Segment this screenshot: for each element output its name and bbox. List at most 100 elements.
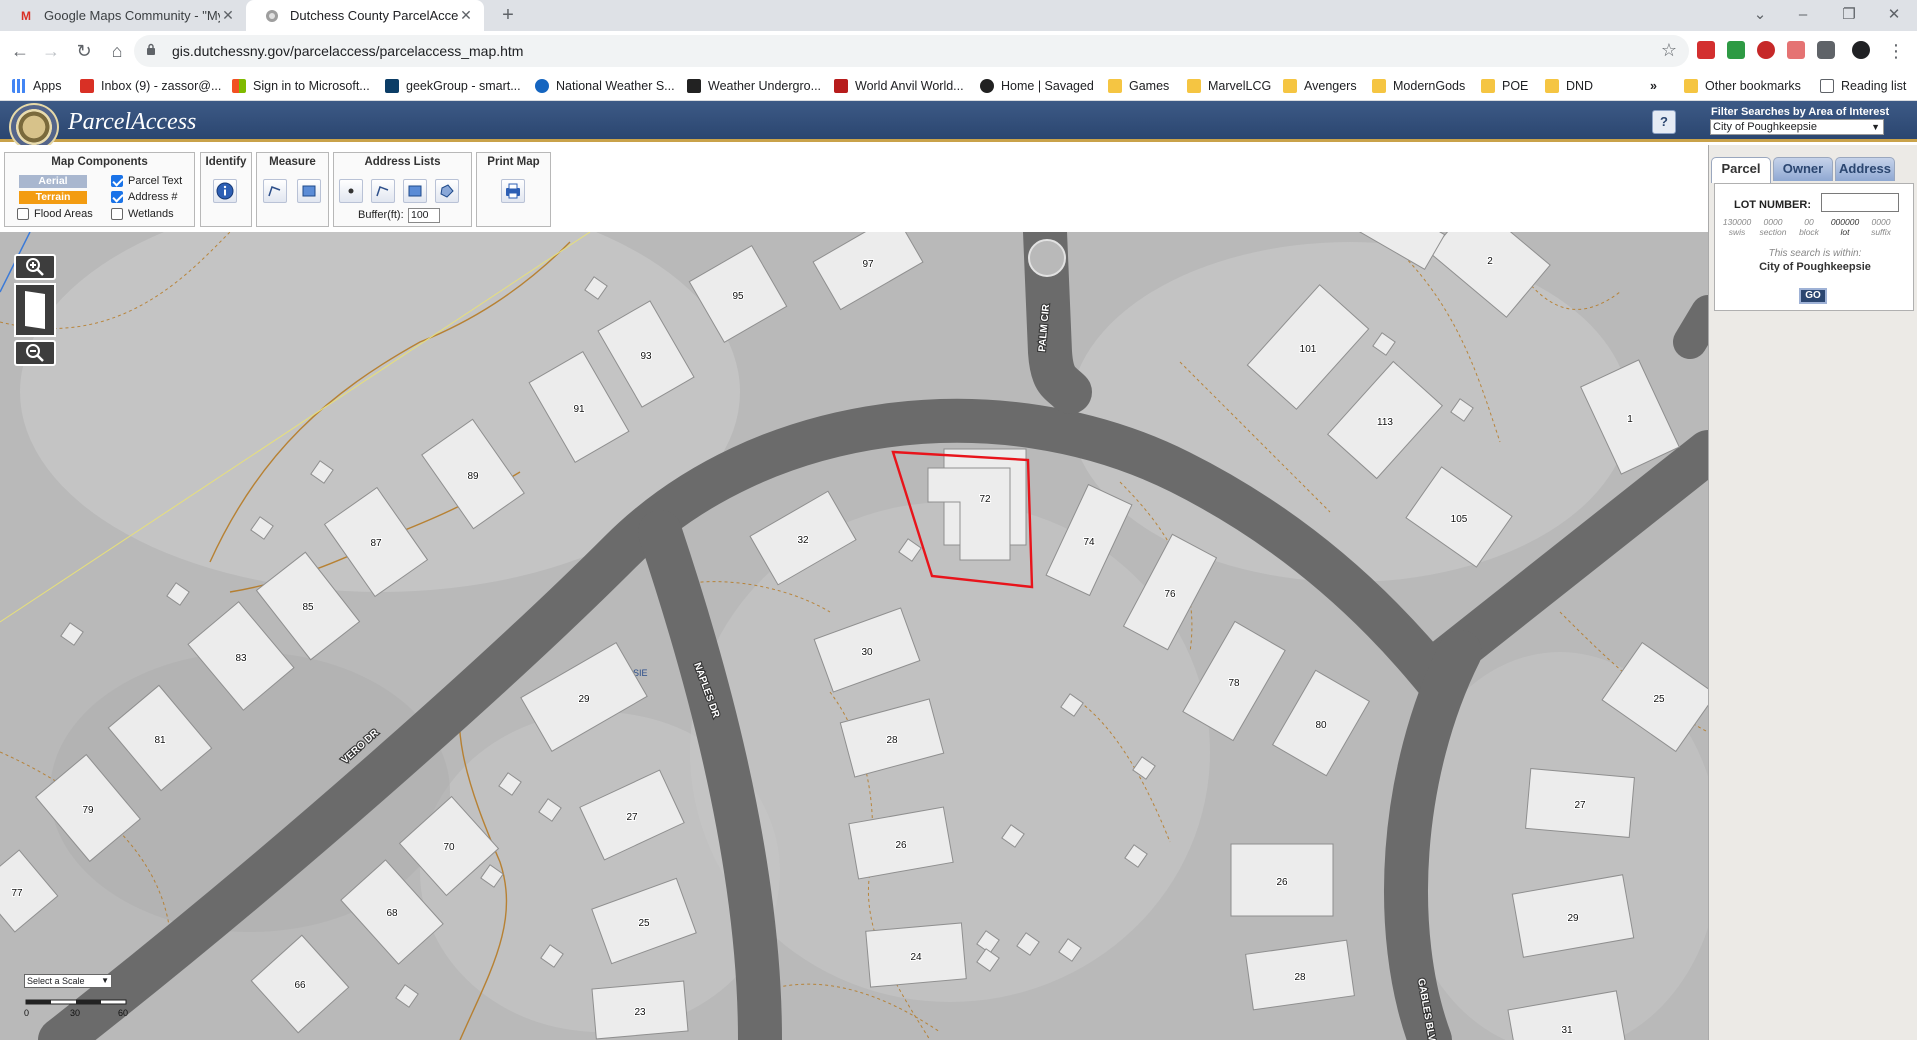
- bookmark-folder-avengers[interactable]: Avengers: [1283, 77, 1357, 95]
- address-label: 77: [11, 888, 23, 899]
- bookmark-microsoft[interactable]: Sign in to Microsoft...: [232, 77, 370, 95]
- address-label: 1: [1627, 414, 1633, 425]
- buffer-input[interactable]: 100: [408, 208, 440, 223]
- bookmarks-overflow-button[interactable]: »: [1650, 77, 1657, 95]
- measure-distance-button[interactable]: [263, 179, 287, 203]
- address-label: 28: [1294, 972, 1306, 983]
- back-button[interactable]: ←: [7, 38, 33, 64]
- checkbox[interactable]: [111, 191, 123, 203]
- address-label: 30: [861, 647, 873, 658]
- parcel-text-toggle[interactable]: Parcel Text: [111, 175, 182, 187]
- checkbox-label: Parcel Text: [128, 175, 183, 187]
- identify-button[interactable]: [213, 179, 237, 203]
- select-line-button[interactable]: [371, 179, 395, 203]
- extension-shield-icon[interactable]: [1757, 41, 1775, 59]
- wetlands-toggle[interactable]: Wetlands: [111, 208, 174, 220]
- forward-button[interactable]: →: [38, 38, 64, 64]
- aerial-layer-button[interactable]: Aerial: [19, 175, 87, 188]
- app-header: ParcelAccess ? Filter Searches by Area o…: [0, 101, 1917, 151]
- address-number-toggle[interactable]: Address #: [111, 191, 178, 203]
- restore-button[interactable]: ❐: [1826, 0, 1872, 31]
- checkbox[interactable]: [17, 208, 29, 220]
- format-swis: 130000 swis: [1717, 217, 1757, 237]
- tab-google-maps-community[interactable]: M Google Maps Community - "My M ✕: [0, 0, 246, 31]
- puzzle-icon[interactable]: [1817, 41, 1835, 59]
- zoom-in-button[interactable]: [14, 254, 56, 280]
- zoom-out-button[interactable]: [14, 340, 56, 366]
- bookmark-folder-poe[interactable]: POE: [1481, 77, 1528, 95]
- tab-parcelaccess[interactable]: Dutchess County ParcelAccess ✕: [246, 0, 484, 31]
- profile-avatar[interactable]: [1852, 41, 1870, 59]
- area-filter-select[interactable]: City of Poughkeepsie: [1710, 119, 1884, 135]
- print-map-group: Print Map: [476, 152, 551, 227]
- measure-area-button[interactable]: [297, 179, 321, 203]
- reading-list[interactable]: Reading list: [1820, 77, 1906, 95]
- tab-parcel[interactable]: Parcel: [1711, 157, 1771, 183]
- bookmark-folder-games[interactable]: Games: [1108, 77, 1169, 95]
- bookmark-label: National Weather S...: [556, 79, 675, 93]
- tab-search-icon[interactable]: ⌄: [1737, 0, 1783, 31]
- format-name: suffix: [1871, 227, 1891, 237]
- folder-icon: [1372, 79, 1386, 93]
- world-anvil-icon: [834, 79, 848, 93]
- extension-cast-icon[interactable]: [1787, 41, 1805, 59]
- zoom-slider-thumb[interactable]: [22, 288, 48, 332]
- other-bookmarks[interactable]: Other bookmarks: [1684, 77, 1801, 95]
- map-canvas[interactable]: 200 PALM CIR VERO DR NAPLES DR GABLES BL…: [0, 232, 1708, 1040]
- bookmark-folder-marvellcg[interactable]: MarvelLCG: [1187, 77, 1271, 95]
- bookmark-folder-moderngods[interactable]: ModernGods: [1372, 77, 1465, 95]
- bookmark-folder-dnd[interactable]: DND: [1545, 77, 1593, 95]
- tab-title: Dutchess County ParcelAccess: [290, 8, 458, 23]
- lot-number-input[interactable]: [1821, 193, 1899, 212]
- checkbox[interactable]: [111, 208, 123, 220]
- print-map-button[interactable]: [501, 179, 525, 203]
- wunderground-icon: [687, 79, 701, 93]
- select-polygon-button[interactable]: [435, 179, 459, 203]
- address-label: 2: [1487, 256, 1493, 267]
- line-measure-icon: [268, 186, 281, 197]
- menu-dots-icon[interactable]: ⋮: [1883, 38, 1909, 64]
- go-button[interactable]: GO: [1799, 288, 1827, 304]
- tab-address[interactable]: Address: [1835, 157, 1895, 181]
- extension-check-icon[interactable]: [1727, 41, 1745, 59]
- home-button[interactable]: ⌂: [104, 38, 130, 64]
- bookmark-geekgroup[interactable]: geekGroup - smart...: [385, 77, 521, 95]
- bookmark-inbox[interactable]: Inbox (9) - zassor@...: [80, 77, 221, 95]
- bookmark-world-anvil[interactable]: World Anvil World...: [834, 77, 964, 95]
- checkbox[interactable]: [111, 175, 123, 187]
- close-window-button[interactable]: ✕: [1871, 0, 1917, 31]
- close-tab-icon[interactable]: ✕: [220, 7, 236, 24]
- address-label: 29: [1567, 913, 1579, 924]
- address-bar[interactable]: gis.dutchessny.gov/parcelaccess/parcelac…: [134, 35, 1689, 67]
- address-label: 26: [895, 840, 907, 851]
- help-button[interactable]: ?: [1652, 110, 1676, 134]
- address-label: 31: [1561, 1025, 1573, 1036]
- nws-icon: [535, 79, 549, 93]
- scale-select[interactable]: Select a Scale: [24, 974, 112, 988]
- bookmark-apps[interactable]: Apps: [12, 77, 62, 95]
- select-rectangle-button[interactable]: [403, 179, 427, 203]
- checkbox-label: Flood Areas: [34, 208, 93, 220]
- info-icon: [216, 182, 234, 200]
- map-svg[interactable]: 200 PALM CIR VERO DR NAPLES DR GABLES BL…: [0, 232, 1708, 1040]
- minimize-button[interactable]: –: [1780, 0, 1826, 31]
- printer-icon: [506, 183, 520, 199]
- address-label: 28: [886, 735, 898, 746]
- bookmark-weather-underground[interactable]: Weather Undergro...: [687, 77, 821, 95]
- bookmark-weather-service[interactable]: National Weather S...: [535, 77, 675, 95]
- bookmark-label: MarvelLCG: [1208, 79, 1272, 93]
- extension-icon[interactable]: [1697, 41, 1715, 59]
- measure-group: Measure: [256, 152, 329, 227]
- select-point-button[interactable]: [339, 179, 363, 203]
- zoom-slider[interactable]: [14, 283, 56, 337]
- terrain-layer-button[interactable]: Terrain: [19, 191, 87, 204]
- close-tab-icon[interactable]: ✕: [458, 7, 474, 24]
- bookmark-savaged[interactable]: Home | Savaged: [980, 77, 1094, 95]
- new-tab-button[interactable]: +: [496, 4, 520, 28]
- tab-owner[interactable]: Owner: [1773, 157, 1833, 181]
- reload-button[interactable]: ↻: [71, 38, 97, 64]
- bookmark-star-icon[interactable]: ☆: [1661, 40, 1677, 61]
- url-text: gis.dutchessny.gov/parcelaccess/parcelac…: [172, 43, 524, 59]
- flood-areas-toggle[interactable]: Flood Areas: [17, 208, 93, 220]
- format-name: section: [1759, 227, 1787, 237]
